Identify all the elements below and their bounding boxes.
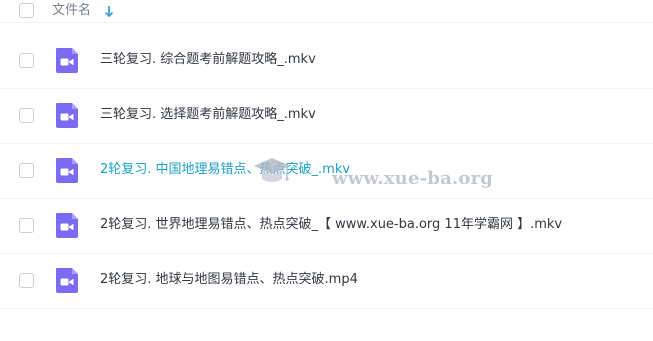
- arrow-down-icon[interactable]: [104, 4, 114, 18]
- file-name[interactable]: 三轮复习. 综合题考前解题攻略_.mkv: [100, 51, 316, 69]
- file-row[interactable]: 2轮复习. 地球与地图易错点、热点突破.mp4: [0, 253, 653, 309]
- file-list-header: 文件名: [0, 0, 653, 23]
- filename-column-header[interactable]: 文件名: [52, 2, 91, 20]
- file-name[interactable]: 2轮复习. 地球与地图易错点、热点突破.mp4: [100, 271, 358, 289]
- file-list-page: 文件名 三轮复习. 综合题考前解题攻略_.mkv 三轮复习. 选择题考前解题攻略…: [0, 0, 653, 341]
- row-checkbox[interactable]: [19, 273, 34, 288]
- row-checkbox[interactable]: [19, 108, 34, 123]
- row-checkbox[interactable]: [19, 53, 34, 68]
- graduation-cap-icon: [254, 158, 290, 182]
- video-file-icon: [56, 103, 78, 128]
- watermark-text: www.xue-ba.org: [332, 168, 494, 189]
- row-checkbox[interactable]: [19, 163, 34, 178]
- watermark: www.xue-ba.org: [252, 152, 493, 200]
- file-row[interactable]: 2轮复习. 世界地理易错点、热点突破_【 www.xue-ba.org 11年学…: [0, 198, 653, 254]
- video-file-icon: [56, 268, 78, 293]
- file-name[interactable]: 2轮复习. 世界地理易错点、热点突破_【 www.xue-ba.org 11年学…: [100, 216, 562, 234]
- video-file-icon: [56, 48, 78, 73]
- file-row[interactable]: 三轮复习. 选择题考前解题攻略_.mkv: [0, 88, 653, 144]
- select-all-checkbox[interactable]: [19, 3, 34, 18]
- file-name[interactable]: 三轮复习. 选择题考前解题攻略_.mkv: [100, 106, 316, 124]
- file-row[interactable]: 三轮复习. 综合题考前解题攻略_.mkv: [0, 33, 653, 89]
- row-checkbox[interactable]: [19, 218, 34, 233]
- video-file-icon: [56, 158, 78, 183]
- video-file-icon: [56, 213, 78, 238]
